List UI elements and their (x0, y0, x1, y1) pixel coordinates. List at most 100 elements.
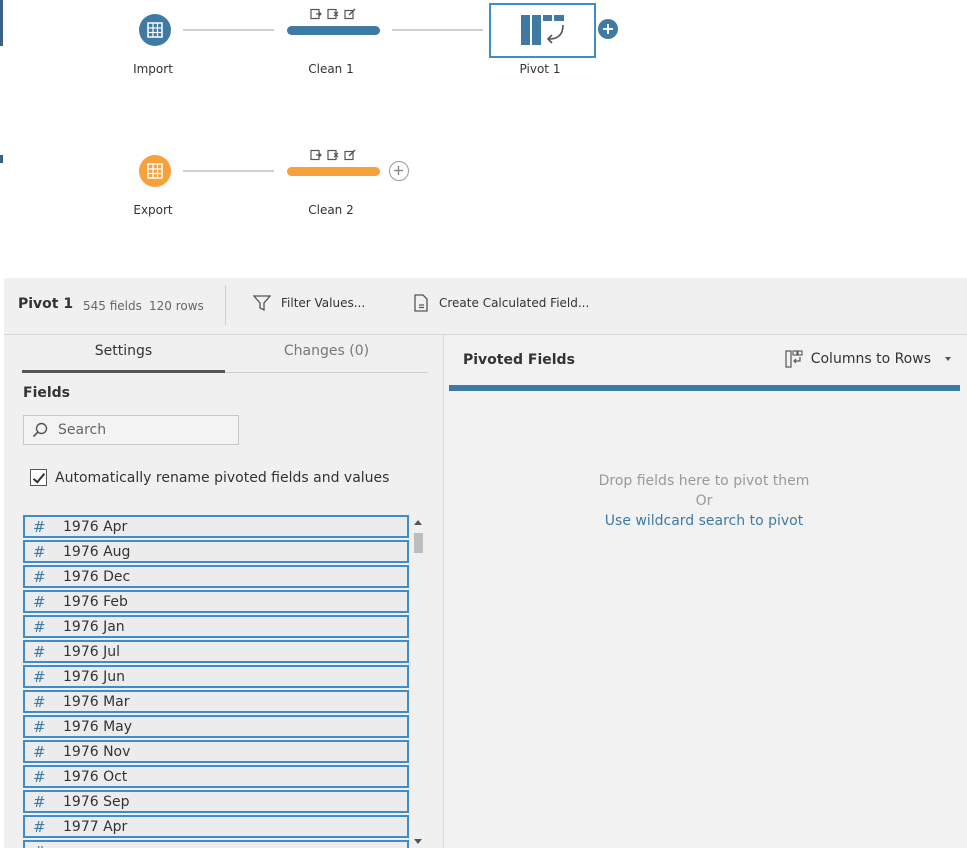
field-name: 1976 Jun (63, 668, 125, 685)
fields-list[interactable]: #1976 Apr #1976 Aug #1976 Dec #1976 Feb … (23, 515, 410, 848)
field-name: 1977 Apr (63, 818, 128, 835)
pivot-icon (521, 15, 564, 45)
tab-changes[interactable]: Changes (0) (225, 343, 428, 373)
auto-rename-label: Automatically rename pivoted fields and … (55, 469, 390, 486)
auto-rename-option[interactable]: Automatically rename pivoted fields and … (30, 469, 389, 486)
list-item[interactable]: # (23, 840, 409, 848)
clean1-node[interactable] (287, 26, 380, 35)
create-calculated-field-button[interactable]: Create Calculated Field... (413, 294, 589, 312)
list-item[interactable]: #1976 Dec (23, 565, 409, 588)
number-type-icon: # (33, 567, 46, 586)
field-name: 1976 May (63, 718, 133, 735)
connector (392, 29, 483, 31)
number-type-icon: # (25, 843, 63, 848)
list-item[interactable]: #1976 Mar (23, 690, 409, 713)
clean2-label: Clean 2 (308, 203, 354, 217)
number-type-icon: # (33, 667, 46, 686)
number-type-icon: # (33, 617, 46, 636)
field-count: 545 fields (83, 299, 142, 313)
pivoted-fields-title: Pivoted Fields (463, 352, 575, 368)
plus-icon (394, 166, 403, 175)
list-item[interactable]: #1976 Oct (23, 765, 409, 788)
remove-field-icon[interactable] (327, 8, 339, 20)
row-count: 120 rows (149, 299, 204, 313)
field-name: 1976 Mar (63, 693, 130, 710)
pivot-mode-dropdown[interactable]: Columns to Rows (785, 350, 951, 368)
import-node[interactable] (139, 14, 171, 46)
drop-zone[interactable]: Drop fields here to pivot them Or Use wi… (444, 471, 964, 531)
pivoted-fields-panel: Pivoted Fields Columns to Rows Drop fiel… (443, 334, 967, 848)
remove-field-icon[interactable] (327, 149, 339, 161)
list-item[interactable]: #1976 Jun (23, 665, 409, 688)
search-icon (32, 422, 48, 438)
scroll-thumb[interactable] (414, 533, 423, 553)
filter-values-label: Filter Values... (281, 296, 366, 310)
pivot1-node[interactable] (489, 3, 596, 58)
field-name: 1976 Jul (63, 643, 120, 660)
list-item[interactable]: #1976 Jan (23, 615, 409, 638)
fields-scrollbar[interactable] (411, 515, 425, 848)
field-name: 1976 Aug (63, 543, 131, 560)
edit-icon[interactable] (344, 8, 356, 20)
auto-rename-checkbox[interactable] (30, 469, 47, 486)
list-item[interactable]: #1976 Feb (23, 590, 409, 613)
clean1-icons (310, 8, 356, 20)
filter-values-button[interactable]: Filter Values... (253, 294, 365, 312)
settings-panel: Settings Changes (0) Fields Automaticall… (4, 334, 443, 848)
list-item[interactable]: #1976 Apr (23, 515, 409, 538)
number-type-icon: # (33, 767, 46, 786)
add-step-button[interactable] (598, 19, 618, 39)
list-item[interactable]: #1976 Sep (23, 790, 409, 813)
scroll-up-arrow-icon[interactable] (414, 520, 422, 525)
table-icon (147, 22, 163, 38)
list-item[interactable]: #1976 Aug (23, 540, 409, 563)
flow-canvas[interactable]: Import Clean 1 Pivot 1 Export Clean 2 (0, 0, 967, 278)
list-item[interactable]: #1976 Nov (23, 740, 409, 763)
rename-icon[interactable] (310, 8, 322, 20)
pivot1-label: Pivot 1 (519, 62, 561, 76)
divider (225, 285, 226, 325)
tab-label: Settings (94, 343, 153, 359)
columns-to-rows-icon (785, 350, 803, 368)
number-type-icon: # (33, 517, 46, 536)
number-type-icon: # (33, 817, 46, 836)
plus-icon (603, 24, 613, 34)
step-toolbar: Pivot 1 545 fields 120 rows Filter Value… (4, 278, 967, 334)
field-name: 1976 Apr (63, 518, 128, 535)
table-icon (147, 163, 163, 179)
add-step-button[interactable] (389, 161, 409, 181)
connector (183, 170, 274, 172)
scroll-down-arrow-icon[interactable] (414, 839, 422, 844)
create-calculated-field-label: Create Calculated Field... (439, 296, 590, 310)
calculated-field-icon (414, 294, 428, 312)
number-type-icon: # (33, 592, 46, 611)
step-title: Pivot 1 (18, 296, 74, 312)
field-name: 1976 Feb (63, 593, 128, 610)
number-type-icon: # (33, 742, 46, 761)
canvas-left-edge (0, 0, 3, 278)
number-type-icon: # (33, 692, 46, 711)
fields-heading: Fields (23, 385, 71, 401)
list-item[interactable]: #1976 May (23, 715, 409, 738)
clean2-icons (310, 149, 356, 161)
tab-settings[interactable]: Settings (22, 343, 225, 373)
import-label: Import (133, 62, 173, 76)
rename-icon[interactable] (310, 149, 322, 161)
list-item[interactable]: #1977 Apr (23, 815, 409, 838)
clean1-label: Clean 1 (308, 62, 354, 76)
export-label: Export (133, 203, 173, 217)
field-name: 1976 Dec (63, 568, 131, 585)
chevron-down-icon (945, 357, 951, 361)
list-item[interactable]: #1976 Jul (23, 640, 409, 663)
search-box[interactable] (23, 415, 239, 445)
edit-icon[interactable] (344, 149, 356, 161)
search-input[interactable] (58, 422, 228, 438)
or-label: Or (695, 493, 713, 509)
number-type-icon: # (33, 542, 46, 561)
pivot-drop-header-bar (449, 385, 960, 391)
tab-label: Changes (0) (283, 343, 370, 359)
export-node[interactable] (139, 155, 171, 187)
wildcard-search-link[interactable]: Use wildcard search to pivot (444, 511, 964, 531)
number-type-icon: # (33, 717, 46, 736)
clean2-node[interactable] (287, 167, 380, 176)
